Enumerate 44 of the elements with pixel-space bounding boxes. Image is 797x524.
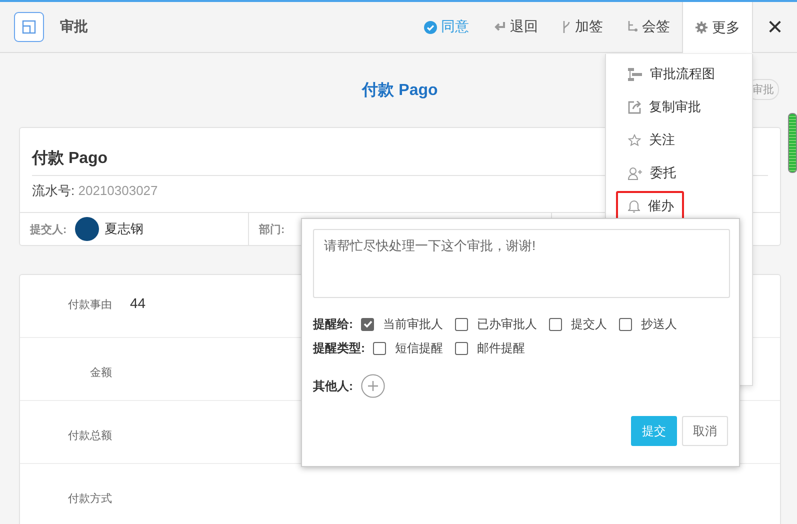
bell-icon bbox=[628, 199, 640, 213]
avatar-icon bbox=[74, 217, 99, 241]
field-label: 提交人: bbox=[30, 222, 67, 236]
settings-icon bbox=[695, 21, 708, 34]
person-name: 夏志钢 bbox=[104, 220, 144, 238]
checkbox-option[interactable]: 已办审批人 bbox=[455, 316, 537, 332]
checkbox-option[interactable]: 抄送人 bbox=[619, 316, 677, 332]
star-icon bbox=[628, 134, 641, 146]
close-button[interactable]: ✕ bbox=[753, 2, 797, 52]
flowchart-icon bbox=[628, 68, 642, 80]
checkbox-option[interactable]: 当前审批人 bbox=[361, 316, 443, 332]
toolbar-button[interactable]: 加签 bbox=[550, 2, 615, 52]
check-icon bbox=[424, 20, 437, 34]
serial-number: 流水号: 20210303027 bbox=[32, 182, 159, 200]
message-field[interactable]: 请帮忙尽快处理一下这个审批，谢谢! bbox=[313, 229, 730, 298]
merge-icon bbox=[627, 20, 638, 34]
field-label: 付款事由 bbox=[67, 298, 112, 312]
field-label: 部门: bbox=[259, 222, 285, 236]
field-label: 付款方式 bbox=[67, 492, 112, 506]
option-label: 提醒给: bbox=[313, 316, 353, 332]
cancel-button[interactable]: 取消 bbox=[682, 416, 728, 446]
option-label: 提醒类型: bbox=[313, 340, 365, 356]
window-icon bbox=[14, 12, 44, 42]
window-title: 审批 bbox=[60, 18, 88, 36]
share-icon bbox=[628, 100, 641, 114]
check-icon bbox=[362, 319, 372, 329]
field-value: 44 bbox=[130, 294, 146, 311]
toolbar-button[interactable]: 会签 bbox=[615, 2, 682, 52]
toolbar-button[interactable]: 退回 bbox=[481, 2, 550, 52]
menu-item[interactable]: 复制审批 bbox=[616, 92, 740, 122]
menu-item[interactable]: 审批流程图 bbox=[616, 59, 740, 89]
user-icon bbox=[628, 166, 642, 180]
checkbox-option[interactable]: 提交人 bbox=[549, 316, 607, 332]
field-label: 付款总额 bbox=[67, 428, 112, 443]
return-arrow-icon bbox=[493, 21, 506, 33]
checkbox-option[interactable]: 邮件提醒 bbox=[455, 340, 525, 356]
toolbar-button[interactable]: 更多 bbox=[682, 2, 753, 53]
scrollbar-thumb[interactable] bbox=[788, 113, 797, 173]
branch-icon bbox=[562, 20, 571, 34]
checkbox-option[interactable]: 短信提醒 bbox=[373, 340, 443, 356]
field-label: 金额 bbox=[89, 366, 112, 380]
option-label: 其他人: bbox=[313, 378, 353, 394]
form-title: 付款 Pago bbox=[362, 80, 438, 100]
add-icon[interactable] bbox=[361, 374, 385, 398]
